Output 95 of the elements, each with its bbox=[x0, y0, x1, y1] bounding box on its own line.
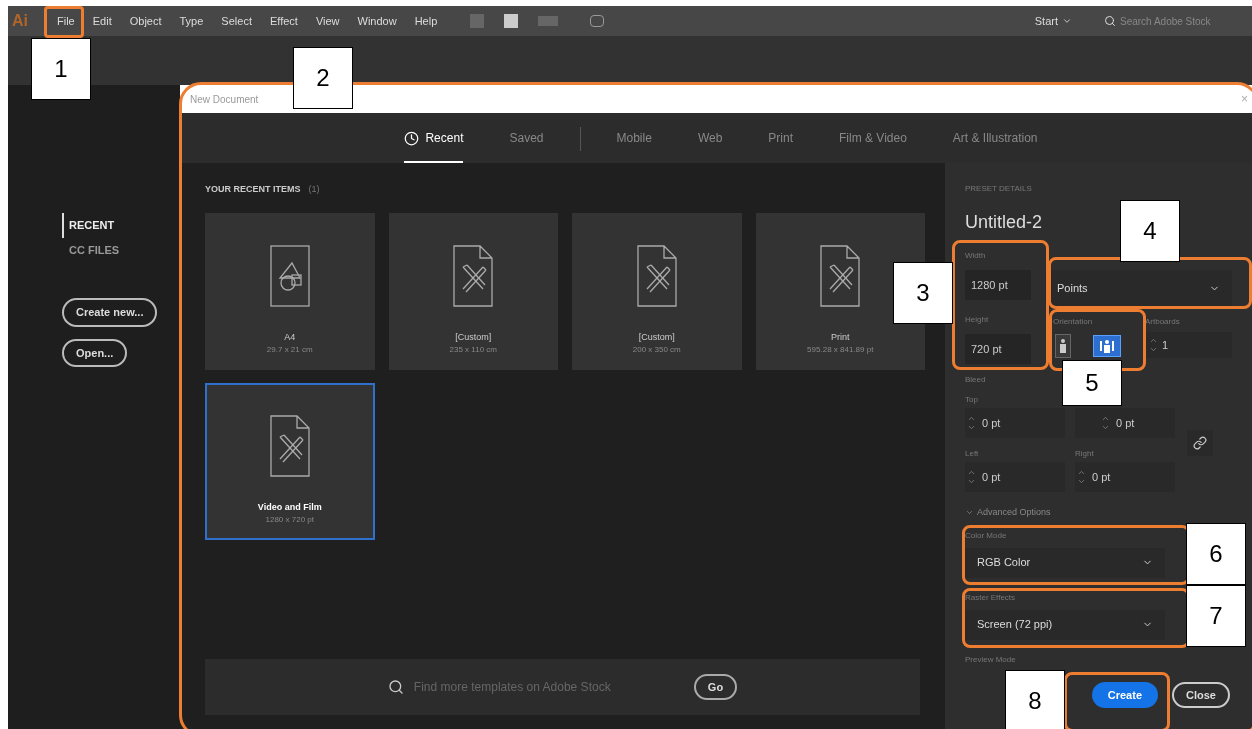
field-label: Raster Effects bbox=[965, 591, 1016, 604]
field-label: Left bbox=[965, 448, 979, 460]
callout-label: 2 bbox=[293, 47, 353, 109]
field-label: Right bbox=[1075, 448, 1094, 460]
callout-label: 7 bbox=[1186, 585, 1246, 647]
link-icon[interactable] bbox=[1187, 430, 1213, 456]
document-pencil-ruler-icon bbox=[636, 244, 677, 307]
document-name[interactable]: Untitled-2 bbox=[965, 209, 1043, 236]
raster-effects-dropdown[interactable]: Screen (72 ppi) bbox=[965, 609, 1165, 640]
field-label: Color Mode bbox=[965, 529, 1007, 542]
preset-name: Video and Film bbox=[257, 500, 322, 514]
height-field[interactable]: 720 pt bbox=[965, 334, 1031, 364]
callout-label: 5 bbox=[1062, 360, 1122, 406]
portrait-orientation-button[interactable] bbox=[1055, 334, 1071, 358]
preset-size: 200 x 350 cm bbox=[632, 344, 681, 356]
item-count: (1) bbox=[308, 183, 320, 196]
menu-item[interactable]: File bbox=[48, 12, 84, 30]
person-icon bbox=[1059, 338, 1067, 354]
stepper-icon[interactable] bbox=[1101, 414, 1110, 432]
field-label: Width bbox=[965, 250, 986, 262]
preset-name: [Custom] bbox=[638, 330, 675, 344]
panel-heading: PRESET DETAILS bbox=[965, 183, 1033, 195]
stock-search-field[interactable]: Search Adobe Stock bbox=[1120, 13, 1240, 29]
search-icon bbox=[387, 679, 404, 695]
stepper-icon[interactable] bbox=[1149, 336, 1158, 354]
menu-item[interactable]: Select bbox=[212, 12, 261, 30]
preset-card[interactable]: A4 29.7 x 21 cm bbox=[205, 212, 375, 370]
sidebar-item[interactable]: RECENT bbox=[62, 213, 180, 238]
document-pencil-ruler-icon bbox=[820, 244, 861, 307]
width-field[interactable]: 1280 pt bbox=[965, 270, 1031, 300]
landscape-orientation-button[interactable] bbox=[1093, 335, 1121, 357]
color-mode-dropdown[interactable]: RGB Color bbox=[965, 547, 1165, 578]
menu-item[interactable]: Object bbox=[120, 12, 171, 30]
field-label: Height bbox=[965, 314, 989, 326]
workspace-switcher[interactable]: Start bbox=[1034, 12, 1058, 30]
section-heading: YOUR RECENT ITEMS bbox=[205, 183, 301, 196]
preset-name: [Custom] bbox=[455, 330, 492, 344]
category-tab[interactable]: Recent bbox=[404, 129, 464, 163]
category-tab[interactable]: Print bbox=[768, 129, 794, 163]
go-button[interactable]: Go bbox=[693, 673, 738, 701]
category-tab[interactable]: Film & Video bbox=[839, 129, 907, 163]
document-pencil-ruler-icon bbox=[269, 414, 310, 477]
preset-size: 1280 x 720 pt bbox=[265, 514, 314, 526]
bleed-field[interactable]: 0 pt bbox=[965, 408, 1065, 438]
preset-card[interactable]: [Custom] 235 x 110 cm bbox=[388, 212, 558, 370]
artboards-field[interactable]: 1 bbox=[1145, 332, 1232, 358]
preset-card[interactable]: [Custom] 200 x 350 cm bbox=[572, 212, 742, 370]
callout-label: 6 bbox=[1186, 523, 1246, 585]
units-dropdown[interactable]: Points bbox=[1045, 270, 1232, 306]
shapes-document-icon bbox=[269, 244, 310, 307]
preset-card[interactable]: Video and Film 1280 x 720 pt bbox=[205, 382, 375, 540]
stepper-icon[interactable] bbox=[967, 414, 976, 432]
preset-size: 29.7 x 21 cm bbox=[266, 344, 313, 356]
callout-label: 3 bbox=[893, 262, 953, 324]
bleed-field[interactable]: 0 pt bbox=[965, 462, 1065, 492]
stepper-icon[interactable] bbox=[967, 468, 976, 486]
field-label: Artboards bbox=[1145, 316, 1180, 328]
field-label: Preview Mode bbox=[965, 653, 1016, 666]
category-tab[interactable]: Mobile bbox=[616, 129, 652, 163]
callout-label: 4 bbox=[1120, 200, 1180, 262]
callout-label: 1 bbox=[31, 38, 91, 100]
field-label: Top bbox=[965, 394, 978, 406]
preset-size: 235 x 110 cm bbox=[449, 344, 497, 356]
field-label: Orientation bbox=[1053, 316, 1093, 328]
search-icon bbox=[1104, 15, 1116, 27]
category-tab[interactable]: Web bbox=[697, 129, 723, 163]
sidebar-button[interactable]: Create new... bbox=[62, 298, 158, 327]
dialog-title: New Document bbox=[190, 92, 259, 107]
field-label: Bleed bbox=[965, 374, 986, 386]
person-icon bbox=[1099, 339, 1115, 353]
preset-name: Print bbox=[831, 330, 850, 344]
sidebar-item[interactable]: CC FILES bbox=[62, 237, 180, 262]
document-pencil-ruler-icon bbox=[453, 244, 494, 307]
category-tab[interactable]: Art & Illustration bbox=[952, 129, 1038, 163]
advanced-options-toggle[interactable]: Advanced Options bbox=[965, 506, 1051, 520]
clock-icon bbox=[404, 130, 420, 146]
preset-size: 595.28 x 841.89 pt bbox=[807, 344, 874, 356]
template-search-field[interactable]: Find more templates on Adobe Stock bbox=[413, 678, 684, 696]
menu-item[interactable]: Edit bbox=[83, 12, 121, 30]
menu-item[interactable]: Type bbox=[170, 12, 213, 30]
menu-item[interactable]: Effect bbox=[260, 12, 307, 30]
bleed-field[interactable]: 0 pt bbox=[1075, 462, 1175, 492]
menu-item[interactable]: View bbox=[306, 12, 349, 30]
callout-label: 8 bbox=[1005, 670, 1065, 729]
close-button[interactable]: Close bbox=[1172, 681, 1230, 708]
sidebar-button[interactable]: Open... bbox=[62, 338, 128, 367]
create-button[interactable]: Create bbox=[1091, 681, 1159, 708]
category-tab[interactable]: Saved bbox=[509, 129, 544, 163]
bleed-field[interactable]: 0 pt bbox=[1075, 408, 1175, 438]
menu-item[interactable]: Help bbox=[405, 12, 447, 30]
menu-item[interactable]: Window bbox=[348, 12, 406, 30]
caret-icon bbox=[1062, 16, 1072, 26]
preset-name: A4 bbox=[284, 330, 296, 344]
app-logo: Ai bbox=[11, 11, 29, 31]
stepper-icon[interactable] bbox=[1077, 468, 1086, 486]
